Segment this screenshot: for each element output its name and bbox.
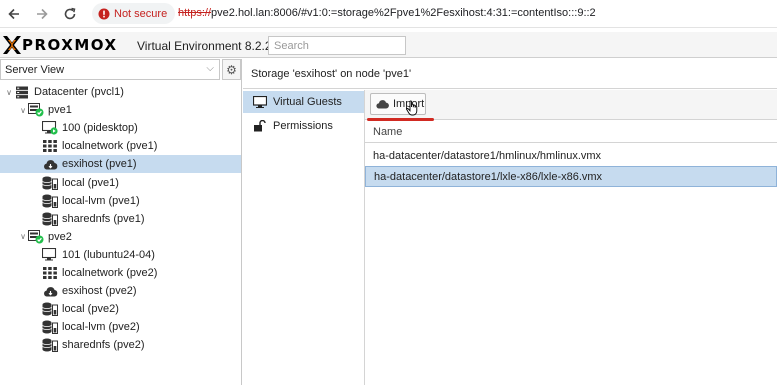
search-input[interactable] <box>268 36 406 55</box>
chevron-down-icon[interactable]: ∨ <box>18 232 28 241</box>
proxmox-x-icon <box>3 36 21 54</box>
security-label: Not secure <box>114 7 168 20</box>
tree-item[interactable]: ∨ pve1 <box>0 101 241 119</box>
tree-item-label: localnetwork (pve1) <box>62 140 158 153</box>
tree-item-label: 100 (pidesktop) <box>62 122 138 135</box>
row-name: ha-datacenter/datastore1/hmlinux/hmlinux… <box>373 149 602 162</box>
tree-item[interactable]: esxihost (pve1) <box>0 155 241 174</box>
tree-item[interactable]: 101 (lubuntu24-04) <box>0 246 241 264</box>
panel-title-bar: Storage 'esxihost' on node 'pve1' <box>243 59 777 89</box>
column-header-label: Name <box>373 126 403 138</box>
tree-item[interactable]: local (pve2) <box>0 300 241 318</box>
storage-icon <box>42 338 58 353</box>
tree-item-label: pve2 <box>48 230 72 243</box>
column-header-name[interactable]: Name <box>365 121 777 143</box>
grid-toolbar: Import <box>365 90 777 120</box>
tree-item[interactable]: localnetwork (pve1) <box>0 137 241 155</box>
page-title: Storage 'esxihost' on node 'pve1' <box>251 68 412 80</box>
cloud-download-icon <box>376 100 389 109</box>
chevron-down-icon[interactable]: ∨ <box>18 106 28 115</box>
monitor-icon <box>253 96 267 108</box>
tree-item-label: 101 (lubuntu24-04) <box>62 248 155 261</box>
row-name: ha-datacenter/datastore1/lxle-x86/lxle-x… <box>374 170 603 183</box>
tree-item[interactable]: ∨ pve2 <box>0 228 241 246</box>
tree-item-label: sharednfs (pve1) <box>62 212 145 225</box>
tree-item-label: esxihost (pve1) <box>62 158 137 171</box>
back-icon[interactable] <box>4 4 24 24</box>
security-chip[interactable]: Not secure <box>92 3 176 24</box>
node-online-icon <box>28 103 44 117</box>
network-icon <box>42 139 58 153</box>
tree-item-label: Datacenter (pvcl1) <box>34 86 124 98</box>
warning-icon <box>98 8 110 19</box>
tree-item-label: sharednfs (pve2) <box>62 339 145 352</box>
reload-icon[interactable] <box>60 4 80 24</box>
forward-icon[interactable] <box>32 4 52 24</box>
tree-item[interactable]: esxihost (pve2) <box>0 282 241 300</box>
cloud-storage-icon <box>42 157 58 171</box>
tree-item-label: local (pve2) <box>62 303 119 316</box>
logo-text: PROXMOX <box>22 36 118 54</box>
nav-item-permissions[interactable]: Permissions <box>243 115 364 137</box>
datacenter-icon <box>14 85 30 99</box>
browser-toolbar: Not secure https://pve2.hol.lan:8006/#v1… <box>0 0 777 28</box>
tree-item[interactable]: local (pve1) <box>0 174 241 192</box>
url-scheme: https:// <box>178 7 212 19</box>
main-panel: Storage 'esxihost' on node 'pve1' Virtua… <box>243 59 777 385</box>
gear-icon[interactable]: ⚙ <box>222 59 241 80</box>
proxmox-logo: PROXMOX <box>2 35 118 55</box>
resource-tree-panel: Server View ⌵ ⚙ ∨ Datacenter (pvcl1) ∨ pve1… <box>0 59 242 385</box>
chevron-down-icon[interactable]: ∨ <box>4 88 14 97</box>
network-icon <box>42 266 58 280</box>
view-selector[interactable]: Server View ⌵ <box>0 59 220 80</box>
table-row[interactable]: ha-datacenter/datastore1/hmlinux/hmlinux… <box>365 145 777 166</box>
view-selector-label: Server View <box>5 63 65 76</box>
storage-icon <box>42 302 58 317</box>
vm-stopped-icon <box>42 247 58 262</box>
app-version: Virtual Environment 8.2.2 <box>137 39 272 53</box>
chevron-down-icon: ⌵ <box>206 63 214 74</box>
hand-cursor-icon <box>406 100 418 116</box>
nav-item-label: Permissions <box>273 120 333 132</box>
storage-subnav: Virtual Guests Permissions <box>243 90 365 385</box>
vm-running-icon <box>42 121 58 135</box>
tree-item[interactable]: localnetwork (pve2) <box>0 264 241 282</box>
nav-item-label: Virtual Guests <box>273 96 342 108</box>
storage-icon <box>42 194 58 208</box>
tree-item-label: esxihost (pve2) <box>62 285 137 298</box>
guest-import-grid: Import Name ha-datacenter/datastore1/hml… <box>365 90 777 385</box>
tree-item-label: local-lvm (pve1) <box>62 194 140 207</box>
address-bar[interactable]: https://pve2.hol.lan:8006/#v1:0:=storage… <box>178 7 596 19</box>
tree-item[interactable]: sharednfs (pve1) <box>0 210 241 228</box>
url-text: pve2.hol.lan:8006/#v1:0:=storage%2Fpve1%… <box>211 7 596 19</box>
cloud-storage-icon <box>42 284 58 298</box>
nav-item-virtual-guests[interactable]: Virtual Guests <box>243 91 364 113</box>
table-row[interactable]: ha-datacenter/datastore1/lxle-x86/lxle-x… <box>365 166 777 187</box>
tree-item-label: local (pve1) <box>62 176 119 189</box>
tree-item[interactable]: sharednfs (pve2) <box>0 336 241 354</box>
tree-item-label: pve1 <box>48 104 72 117</box>
storage-icon <box>42 320 58 335</box>
storage-icon <box>42 212 58 226</box>
unlock-icon <box>254 120 266 132</box>
storage-icon <box>42 176 58 190</box>
tree-item[interactable]: ∨ Datacenter (pvcl1) <box>0 83 241 101</box>
tree-item[interactable]: local-lvm (pve2) <box>0 318 241 336</box>
tree-item[interactable]: 100 (pidesktop) <box>0 119 241 137</box>
tree-item[interactable]: local-lvm (pve1) <box>0 192 241 210</box>
tree-item-label: localnetwork (pve2) <box>62 267 158 279</box>
tree-item-label: local-lvm (pve2) <box>62 321 140 334</box>
node-online-icon <box>28 229 44 244</box>
